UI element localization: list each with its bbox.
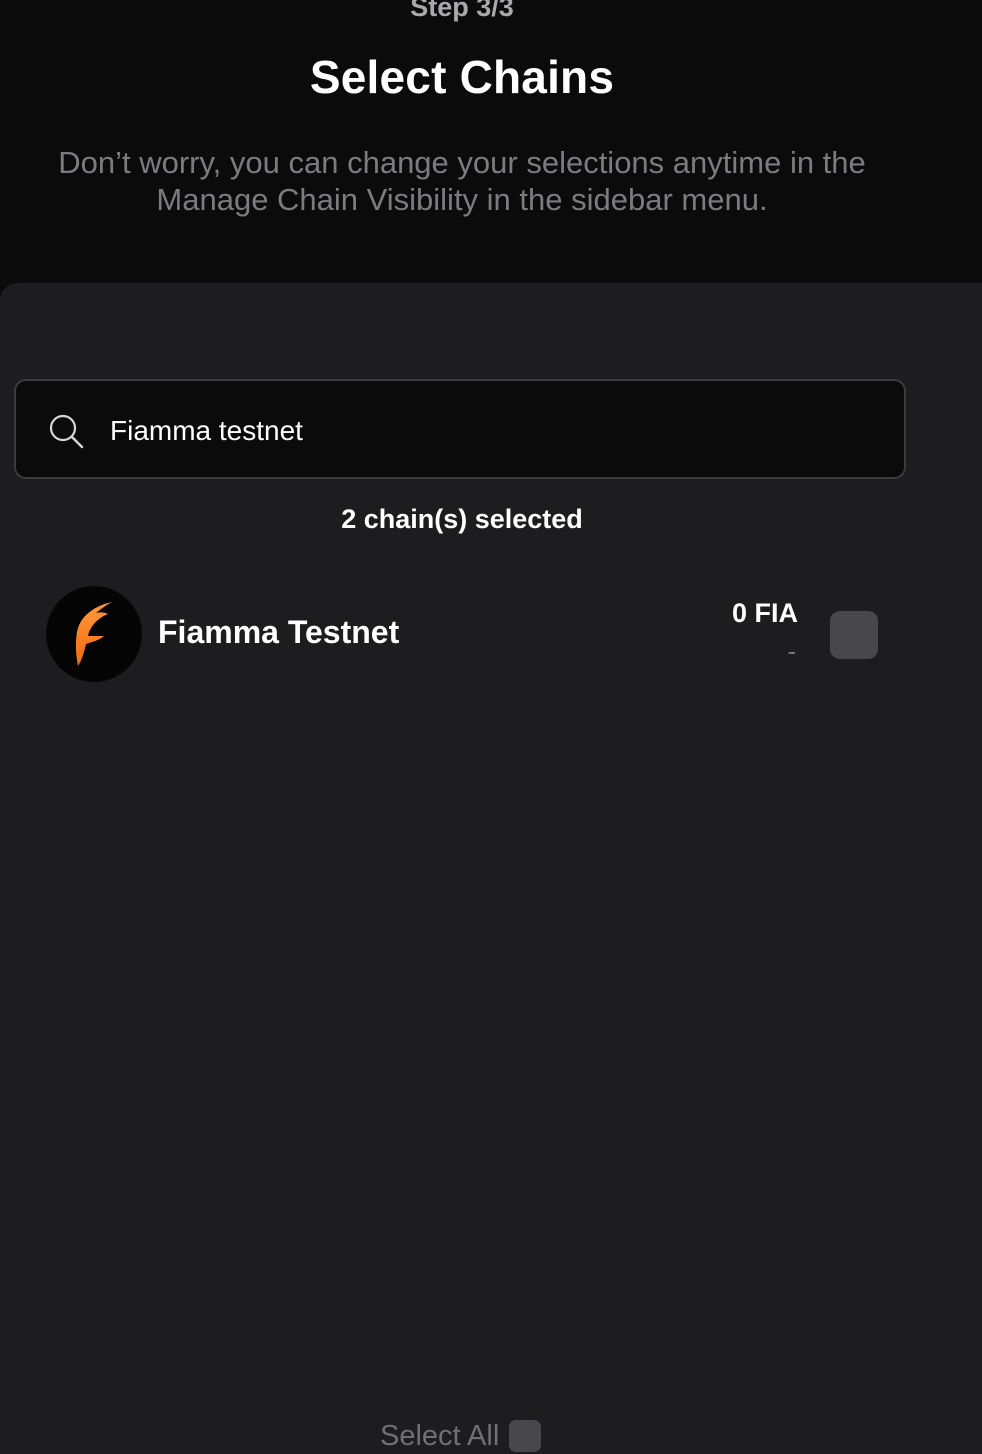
- select-all-control[interactable]: Select All: [380, 1416, 542, 1454]
- search-value[interactable]: Fiamma testnet: [110, 411, 303, 451]
- selected-count: 2 chain(s) selected: [341, 504, 583, 534]
- select-chains-page: Step 3/3 Select Chains Don’t worry, you …: [0, 0, 982, 1454]
- chain-list-item[interactable]: Fiamma Testnet 0 FIA -: [46, 586, 886, 684]
- search-icon: [49, 414, 84, 449]
- chain-checkbox[interactable]: [830, 611, 878, 659]
- chain-fiat-value: -: [787, 636, 796, 666]
- step-indicator: Step 3/3: [410, 0, 514, 22]
- chain-name: Fiamma Testnet: [158, 614, 400, 650]
- search-input[interactable]: Fiamma testnet: [14, 379, 906, 479]
- page-subtitle: Don’t worry, you can change your selecti…: [58, 145, 866, 217]
- select-all-checkbox[interactable]: [509, 1420, 542, 1452]
- fiamma-logo-graphic: [75, 602, 112, 666]
- select-all-label[interactable]: Select All: [380, 1420, 499, 1453]
- page-title: Select Chains: [309, 51, 615, 103]
- chain-balance: 0 FIA: [731, 598, 798, 628]
- fiamma-logo-icon: [46, 586, 142, 682]
